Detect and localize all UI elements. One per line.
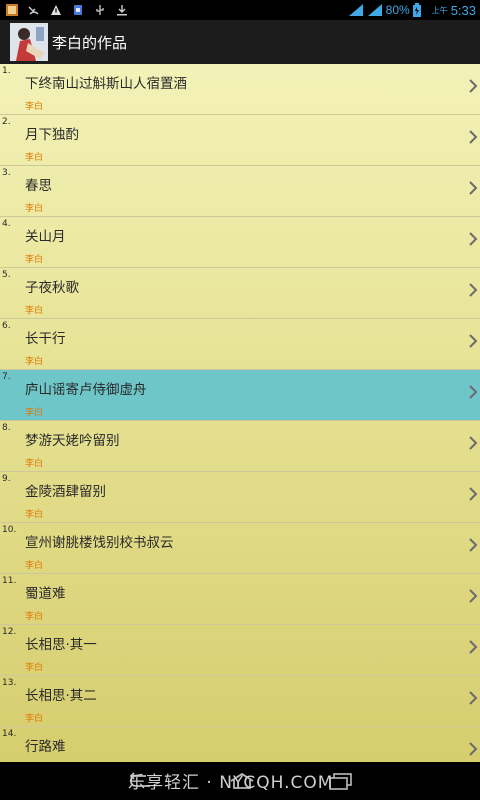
chevron-right-icon	[469, 232, 478, 246]
poem-number: 7.	[2, 372, 11, 382]
status-bar: 80% 上午 5:33	[0, 0, 480, 20]
poem-number: 14.	[2, 729, 17, 739]
poem-author: 李白	[25, 714, 44, 724]
battery-icon	[412, 3, 421, 17]
poem-list-item[interactable]: 1. 下终南山过斛斯山人宿置酒李白	[0, 64, 480, 115]
poem-author: 李白	[25, 255, 44, 265]
chevron-right-icon	[469, 640, 478, 654]
chevron-right-icon	[469, 487, 478, 501]
poem-author: 李白	[25, 306, 44, 316]
poem-title: 宣州谢朓楼饯别校书叔云	[25, 535, 174, 551]
poem-number: 1.	[2, 66, 11, 76]
poem-title: 行路难	[25, 739, 66, 755]
poem-title: 春思	[25, 178, 52, 194]
poem-list-item[interactable]: 2. 月下独酌李白	[0, 115, 480, 166]
poem-list-item[interactable]: 11. 蜀道难李白	[0, 574, 480, 625]
poem-list-item[interactable]: 13. 长相思·其二李白	[0, 676, 480, 727]
missed-call-icon	[28, 6, 39, 15]
poem-author: 李白	[25, 357, 44, 367]
app-avatar-icon	[10, 23, 48, 61]
chevron-right-icon	[469, 691, 478, 705]
signal-icon-2	[367, 4, 382, 16]
chevron-right-icon	[469, 742, 478, 756]
poem-author: 李白	[25, 663, 44, 673]
poem-title: 月下独酌	[25, 127, 79, 143]
poem-title: 金陵酒肆留别	[25, 484, 106, 500]
chevron-right-icon	[469, 283, 478, 297]
poem-list-item[interactable]: 10. 宣州谢朓楼饯别校书叔云李白	[0, 523, 480, 574]
poem-author: 李白	[25, 408, 44, 418]
battery-percent: 80%	[385, 3, 410, 17]
poem-list-item[interactable]: 9. 金陵酒肆留别李白	[0, 472, 480, 523]
poem-title: 梦游天姥吟留别	[25, 433, 120, 449]
chevron-right-icon	[469, 589, 478, 603]
clock: 5:33	[450, 2, 476, 18]
sim-icon	[74, 5, 82, 15]
chevron-right-icon	[469, 538, 478, 552]
watermark: 乐享轻汇 · NYCQH.COM	[128, 773, 334, 793]
poem-author: 李白	[25, 204, 44, 214]
chevron-right-icon	[469, 436, 478, 450]
poem-title: 蜀道难	[25, 586, 66, 602]
title-bar: 李白的作品	[0, 20, 480, 65]
poem-list[interactable]: 1. 下终南山过斛斯山人宿置酒 李白 2. 月下独酌 李白 3. 春思 李白 4. 关山月 李白 5. 子…	[0, 64, 480, 762]
poem-number: 3.	[2, 168, 11, 178]
poem-number: 4.	[2, 219, 11, 229]
poem-number: 9.	[2, 474, 11, 484]
ampm-label: 上午	[431, 5, 448, 15]
poem-number: 11.	[2, 576, 17, 586]
chevron-right-icon	[469, 181, 478, 195]
signal-icon-1	[348, 4, 363, 16]
poem-author: 李白	[25, 510, 44, 520]
poem-author: 李白	[25, 612, 44, 622]
usb-icon	[96, 5, 104, 15]
poem-title: 关山月	[25, 229, 66, 245]
poem-number: 13.	[2, 678, 17, 688]
chevron-right-icon	[469, 334, 478, 348]
poem-author: 李白	[25, 153, 44, 163]
poem-number: 8.	[2, 423, 11, 433]
poem-title: 庐山谣寄卢侍御虚舟	[25, 382, 147, 398]
poem-list-item[interactable]: 12. 长相思·其一李白	[0, 625, 480, 676]
poem-list-item[interactable]: 14. 行路难	[0, 727, 480, 762]
poem-list-item[interactable]: 3. 春思李白	[0, 166, 480, 217]
poem-list-item[interactable]: 7. 庐山谣寄卢侍御虚舟李白	[0, 370, 480, 421]
poem-author: 李白	[25, 102, 44, 112]
poem-author: 李白	[25, 459, 44, 469]
poem-number: 2.	[2, 117, 11, 127]
poem-title: 长相思·其一	[25, 637, 97, 653]
poem-number: 10.	[2, 525, 17, 535]
poem-title: 子夜秋歌	[25, 280, 79, 296]
poem-number: 12.	[2, 627, 17, 637]
app-notification-icon	[6, 4, 18, 16]
poem-title: 长干行	[25, 331, 66, 347]
poem-author: 李白	[25, 561, 44, 571]
warning-icon	[51, 5, 61, 15]
chevron-right-icon	[469, 79, 478, 93]
poem-list-item[interactable]: 4. 关山月李白	[0, 217, 480, 268]
poem-title: 长相思·其二	[25, 688, 97, 704]
poem-number: 6.	[2, 321, 11, 331]
chevron-right-icon	[469, 130, 478, 144]
page-title: 李白的作品	[52, 33, 128, 52]
poem-list-item[interactable]: 8. 梦游天姥吟留别李白	[0, 421, 480, 472]
poem-list-item[interactable]: 6. 长干行李白	[0, 319, 480, 370]
poem-title: 下终南山过斛斯山人宿置酒	[25, 76, 187, 92]
poem-number: 5.	[2, 270, 11, 280]
chevron-right-icon	[469, 385, 478, 399]
poem-list-item[interactable]: 5. 子夜秋歌李白	[0, 268, 480, 319]
download-icon	[117, 5, 127, 16]
